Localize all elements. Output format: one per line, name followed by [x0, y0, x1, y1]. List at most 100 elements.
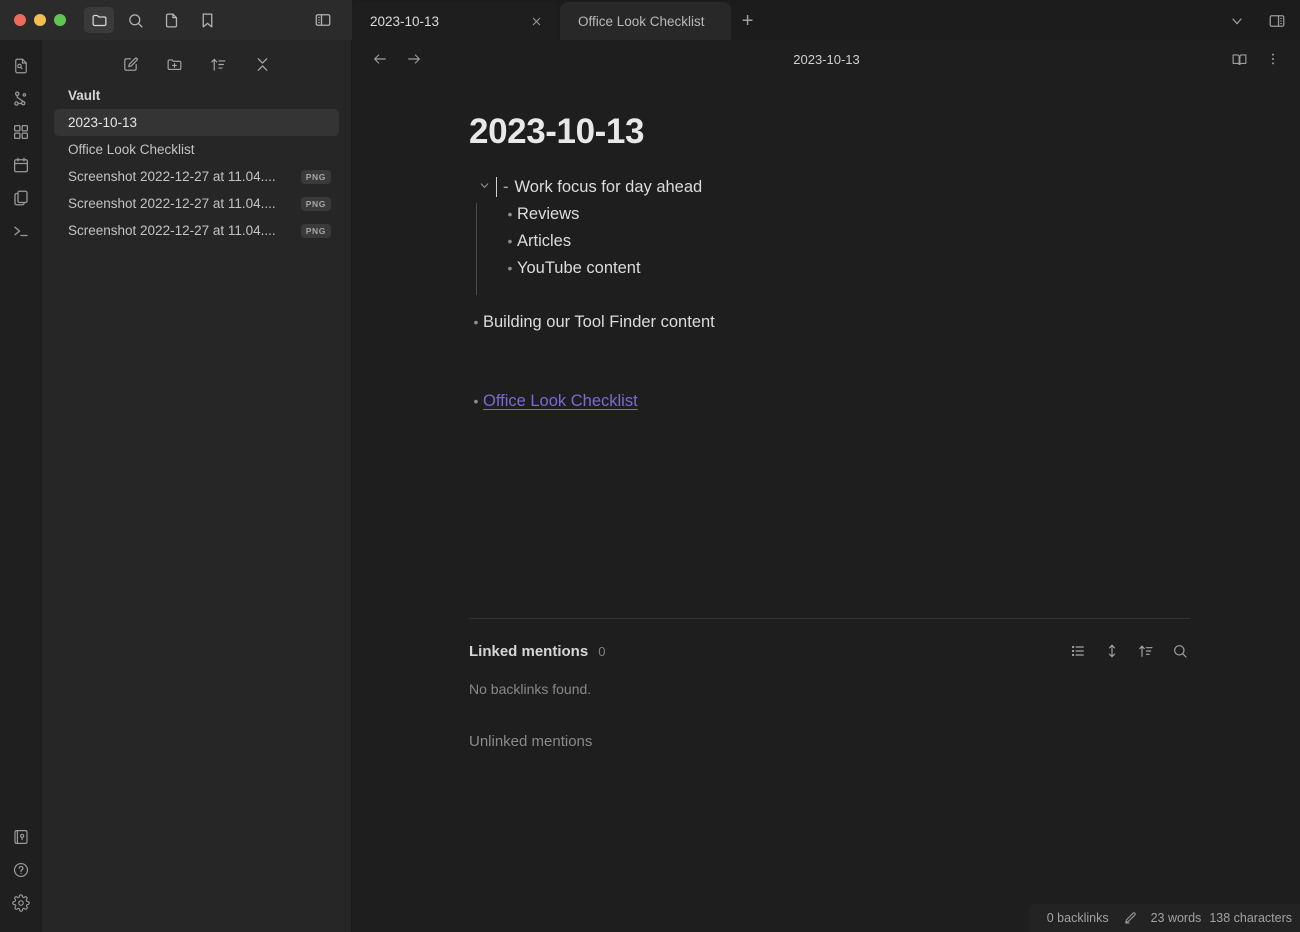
sort-order-icon[interactable]: [1136, 641, 1156, 661]
search-filter-icon[interactable]: [1170, 641, 1190, 661]
traffic-lights: [14, 14, 66, 26]
unlinked-mentions-title[interactable]: Unlinked mentions: [469, 733, 1190, 750]
file-type-badge: PNG: [300, 196, 331, 211]
bullet-item-tool-finder[interactable]: • Building our Tool Finder content: [469, 309, 1180, 336]
bullet-text: Office Look Checklist: [483, 388, 1180, 415]
sidebar-right-icon[interactable]: [1262, 8, 1292, 34]
tab-2023-10-13[interactable]: 2023-10-13: [352, 2, 558, 40]
ribbon-sidebar: [0, 40, 42, 932]
note-document[interactable]: 2023-10-13 - Work focus for day ahead • …: [353, 78, 1300, 932]
internal-link-office-look-checklist[interactable]: Office Look Checklist: [483, 392, 638, 410]
file-type-badge: PNG: [300, 223, 331, 238]
chevron-down-icon[interactable]: [1222, 8, 1252, 34]
folder-icon[interactable]: [84, 7, 114, 33]
bullet-item-work-focus[interactable]: - Work focus for day ahead: [480, 174, 1180, 201]
ribbon-bottom-group: [6, 821, 36, 932]
status-edit-mode[interactable]: [1123, 911, 1137, 925]
new-tab-button[interactable]: +: [731, 2, 765, 40]
status-word-count[interactable]: 23 words: [1151, 911, 1202, 925]
back-icon[interactable]: [367, 46, 393, 72]
terminal-icon[interactable]: [6, 215, 36, 247]
close-icon[interactable]: [528, 13, 544, 29]
help-icon[interactable]: [6, 854, 36, 886]
file-name: Screenshot 2022-12-27 at 11.04....: [68, 223, 276, 238]
bullet-text: Building our Tool Finder content: [483, 313, 715, 331]
bullet-text: Articles: [517, 232, 572, 250]
titlebar-nav-icons: [84, 7, 222, 33]
bullet-item-reviews[interactable]: • Reviews: [503, 201, 1180, 228]
minimize-window-button[interactable]: [34, 14, 46, 26]
file-name: Office Look Checklist: [68, 142, 195, 157]
view-header: 2023-10-13: [353, 40, 1300, 78]
file-list: 2023-10-13 Office Look Checklist Screens…: [42, 109, 351, 244]
tab-title: 2023-10-13: [370, 13, 440, 29]
pencil-icon: [1123, 911, 1137, 925]
close-window-button[interactable]: [14, 14, 26, 26]
sidebar-left-icon[interactable]: [308, 7, 338, 33]
calendar-icon[interactable]: [6, 149, 36, 181]
file-name: Screenshot 2022-12-27 at 11.04....: [68, 196, 276, 211]
vault-switcher-icon[interactable]: [6, 821, 36, 853]
zoom-window-button[interactable]: [54, 14, 66, 26]
titlebar-left-section: [0, 0, 352, 40]
graph-view-icon[interactable]: [6, 83, 36, 115]
new-folder-icon[interactable]: [162, 51, 188, 77]
bullet-item-office-look-checklist[interactable]: • Office Look Checklist: [469, 388, 1180, 415]
sort-icon[interactable]: [206, 51, 232, 77]
reading-view-icon[interactable]: [1226, 46, 1252, 72]
tab-title: Office Look Checklist: [578, 13, 705, 29]
more-options-icon[interactable]: [1260, 46, 1286, 72]
view-header-title: 2023-10-13: [793, 51, 860, 67]
indent-guide-line: [476, 203, 477, 295]
note-title: 2023-10-13: [469, 112, 645, 151]
bullet-point-icon: •: [473, 393, 479, 409]
bullet-sublist: • Reviews • Articles • YouTube content: [476, 201, 1180, 295]
file-item-2023-10-13[interactable]: 2023-10-13: [54, 109, 339, 136]
bullet-point-icon: •: [507, 206, 513, 222]
templates-icon[interactable]: [6, 182, 36, 214]
bullet-text: Reviews: [517, 205, 580, 223]
file-item-office-look-checklist[interactable]: Office Look Checklist: [54, 136, 339, 163]
tab-office-look-checklist[interactable]: Office Look Checklist: [560, 2, 731, 40]
show-more-context-icon[interactable]: [1102, 641, 1122, 661]
canvas-icon[interactable]: [6, 116, 36, 148]
file-item-screenshot-1[interactable]: Screenshot 2022-12-27 at 11.04.... PNG: [54, 163, 339, 190]
editor-pane: 2023-10-13 2023-10-13 - Work focus for d: [353, 40, 1300, 932]
navigation-buttons: [367, 46, 427, 72]
backlinks-panel: Linked mentions 0 No backlinks found. Un…: [469, 618, 1190, 750]
bookmark-icon[interactable]: [192, 7, 222, 33]
status-backlinks[interactable]: 0 backlinks: [1047, 911, 1109, 925]
linked-mentions-title: Linked mentions: [469, 642, 589, 660]
bullet-point-icon: •: [507, 233, 513, 249]
file-name: Screenshot 2022-12-27 at 11.04....: [68, 169, 276, 184]
collapse-all-icon[interactable]: [250, 51, 276, 77]
quick-switcher-icon[interactable]: [6, 50, 36, 82]
status-bar: 0 backlinks 23 words 138 characters: [1028, 904, 1300, 932]
forward-icon[interactable]: [401, 46, 427, 72]
search-icon[interactable]: [120, 7, 150, 33]
file-item-screenshot-2[interactable]: Screenshot 2022-12-27 at 11.04.... PNG: [54, 190, 339, 217]
bullet-text: Work focus for day ahead: [514, 178, 703, 196]
bullet-list: - Work focus for day ahead • Reviews • A…: [469, 174, 1180, 415]
new-note-icon[interactable]: [118, 51, 144, 77]
settings-icon[interactable]: [6, 887, 36, 919]
status-character-count[interactable]: 138 characters: [1209, 911, 1292, 925]
file-explorer: Vault 2023-10-13 Office Look Checklist S…: [42, 40, 352, 932]
backlinks-header: Linked mentions 0: [469, 641, 1190, 661]
view-header-actions: [1226, 46, 1286, 72]
bullet-point-icon: •: [507, 260, 513, 276]
tab-bar: 2023-10-13 Office Look Checklist +: [352, 0, 1300, 40]
vault-name: Vault: [68, 88, 101, 103]
note-content: 2023-10-13 - Work focus for day ahead • …: [353, 112, 1300, 415]
bullet-point-icon: •: [473, 314, 479, 330]
title-bar: 2023-10-13 Office Look Checklist +: [0, 0, 1300, 40]
chevron-down-icon[interactable]: [477, 178, 491, 192]
file-icon[interactable]: [156, 7, 186, 33]
file-item-screenshot-3[interactable]: Screenshot 2022-12-27 at 11.04.... PNG: [54, 217, 339, 244]
bullet-item-youtube-content[interactable]: • YouTube content: [503, 255, 1180, 282]
bullet-item-articles[interactable]: • Articles: [503, 228, 1180, 255]
collapse-results-icon[interactable]: [1068, 641, 1088, 661]
